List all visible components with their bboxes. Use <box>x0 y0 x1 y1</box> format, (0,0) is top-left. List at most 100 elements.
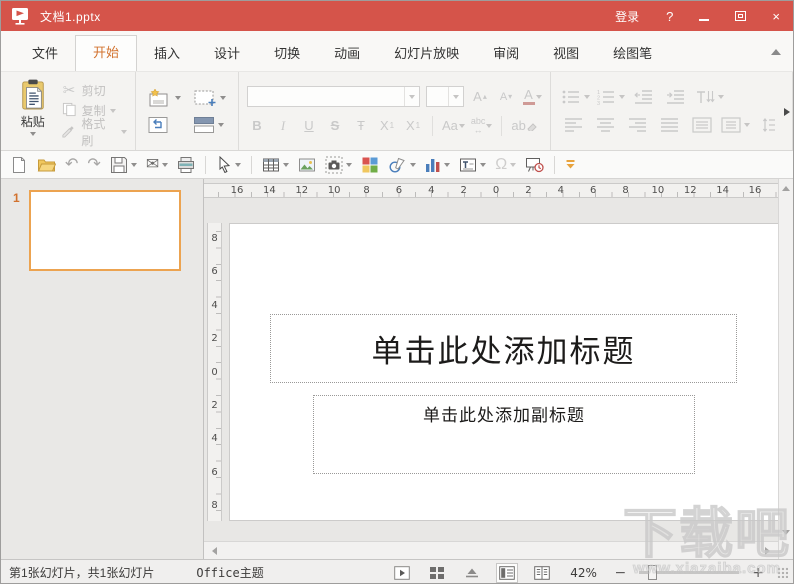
character-spacing-dropdown-icon[interactable] <box>486 123 493 128</box>
notes-panel-toggle-button[interactable] <box>461 563 483 583</box>
tab-home[interactable]: 开始 <box>75 35 138 71</box>
shapes-button[interactable] <box>387 153 417 177</box>
bold-button[interactable]: B <box>247 116 267 136</box>
slide-sorter-view-button[interactable] <box>426 563 448 583</box>
zoom-slider[interactable] <box>639 565 740 580</box>
tab-slideshow[interactable]: 幻灯片放映 <box>377 36 476 71</box>
slide-canvas[interactable]: 单击此处添加标题 单击此处添加副标题 <box>229 223 778 521</box>
insert-symbol-dropdown-icon[interactable] <box>510 162 517 167</box>
line-spacing-button[interactable] <box>721 115 750 135</box>
justify-button[interactable] <box>657 115 683 135</box>
increase-indent-button[interactable] <box>663 87 689 107</box>
paste-button[interactable]: 粘贴 <box>7 77 59 145</box>
collapse-ribbon-icon[interactable] <box>771 49 781 55</box>
slide-thumbnail[interactable] <box>29 190 181 271</box>
text-box-button[interactable] <box>458 153 487 177</box>
change-case-dropdown-icon[interactable] <box>458 123 465 128</box>
font-name-dropdown-icon[interactable] <box>409 94 415 99</box>
superscript-button[interactable]: X1 <box>403 116 423 136</box>
section-button[interactable] <box>193 116 226 134</box>
scroll-left-icon[interactable] <box>212 546 217 555</box>
zoom-out-button[interactable]: − <box>615 565 627 581</box>
zoom-slider-thumb[interactable] <box>648 565 658 580</box>
tab-file[interactable]: 文件 <box>15 36 75 71</box>
font-size-dropdown-icon[interactable] <box>453 94 459 99</box>
reset-slide-button[interactable] <box>148 116 181 134</box>
line-spacing-dropdown-icon[interactable] <box>744 123 750 128</box>
insert-symbol-button[interactable]: Ω <box>494 153 517 177</box>
title-placeholder[interactable]: 单击此处添加标题 <box>270 314 737 383</box>
change-case-button[interactable]: Aa <box>442 116 465 136</box>
slide-layout-button[interactable] <box>193 89 226 107</box>
bullets-button[interactable] <box>561 87 590 107</box>
scroll-down-icon[interactable] <box>782 530 790 535</box>
scroll-right-icon[interactable] <box>765 546 770 555</box>
print-button[interactable] <box>176 153 196 177</box>
zoom-in-button[interactable]: + <box>752 565 764 581</box>
align-right-button[interactable] <box>625 115 651 135</box>
help-button[interactable]: ? <box>653 1 686 31</box>
horizontal-scrollbar[interactable] <box>204 541 778 559</box>
grow-font-button[interactable]: A ▴ <box>470 87 490 107</box>
strikethrough-button[interactable]: S <box>325 116 345 136</box>
cut-button[interactable]: ✂ 剪切 <box>61 80 127 101</box>
insert-chart-dropdown-icon[interactable] <box>444 162 451 167</box>
slideshow-settings-button[interactable] <box>524 153 545 177</box>
vertical-scrollbar[interactable] <box>778 179 793 559</box>
reading-view-button[interactable] <box>531 563 553 583</box>
undo-button[interactable]: ↶ <box>64 153 79 177</box>
tab-drawing-pen[interactable]: 绘图笔 <box>596 36 669 71</box>
redo-button[interactable]: ↷ <box>86 153 101 177</box>
close-button[interactable]: × <box>759 1 793 31</box>
tab-review[interactable]: 审阅 <box>476 36 536 71</box>
align-center-button[interactable] <box>593 115 619 135</box>
paste-dropdown-icon[interactable] <box>29 132 36 136</box>
ribbon-scroll-right-icon[interactable] <box>784 108 790 116</box>
more-tools-button[interactable] <box>564 153 577 177</box>
decrease-indent-button[interactable] <box>631 87 657 107</box>
text-direction-button[interactable] <box>695 87 724 107</box>
subscript-button[interactable]: X1 <box>377 116 397 136</box>
email-button[interactable]: ✉ <box>145 153 169 177</box>
align-left-button[interactable] <box>561 115 587 135</box>
window-resize-grip[interactable] <box>777 567 788 578</box>
text-box-dropdown-icon[interactable] <box>480 162 487 167</box>
shrink-font-button[interactable]: A ▾ <box>496 87 516 107</box>
new-slide-button[interactable] <box>148 88 181 107</box>
save-dropdown-icon[interactable] <box>130 162 137 167</box>
select-button[interactable] <box>215 153 242 177</box>
font-color-dropdown-icon[interactable] <box>535 94 542 99</box>
format-painter-dropdown-icon[interactable] <box>121 129 127 134</box>
tab-transitions[interactable]: 切换 <box>257 36 317 71</box>
copy-dropdown-icon[interactable] <box>109 108 116 113</box>
insert-table-button[interactable] <box>261 153 290 177</box>
slide-layout-dropdown-icon[interactable] <box>220 95 226 100</box>
numbering-dropdown-icon[interactable] <box>619 94 625 99</box>
login-button[interactable]: 登录 <box>601 1 653 31</box>
slideshow-play-button[interactable] <box>391 563 413 583</box>
tab-animations[interactable]: 动画 <box>317 36 377 71</box>
tab-insert[interactable]: 插入 <box>137 36 197 71</box>
font-size-combo[interactable] <box>426 86 464 108</box>
underline-button[interactable]: U <box>299 116 319 136</box>
subtitle-placeholder[interactable]: 单击此处添加副标题 <box>313 395 695 474</box>
format-painter-button[interactable]: 格式刷 <box>61 117 127 148</box>
distribute-text-button[interactable] <box>689 115 715 135</box>
character-strike-button[interactable]: Ŧ <box>351 116 371 136</box>
new-document-button[interactable] <box>9 153 29 177</box>
italic-button[interactable]: I <box>273 116 293 136</box>
new-slide-dropdown-icon[interactable] <box>175 95 181 100</box>
photo-album-button[interactable] <box>360 153 380 177</box>
tab-view[interactable]: 视图 <box>536 36 596 71</box>
normal-view-button[interactable] <box>495 562 518 583</box>
character-spacing-button[interactable]: abc ↔ <box>471 116 493 136</box>
font-name-combo[interactable] <box>247 86 420 108</box>
tab-design[interactable]: 设计 <box>197 36 257 71</box>
minimize-button[interactable] <box>686 1 722 31</box>
vertical-spacing-button[interactable] <box>756 115 782 135</box>
insert-picture-button[interactable] <box>297 153 317 177</box>
screenshot-button[interactable] <box>324 153 353 177</box>
bullets-dropdown-icon[interactable] <box>584 94 590 99</box>
shapes-dropdown-icon[interactable] <box>410 162 417 167</box>
restore-button[interactable] <box>722 1 759 31</box>
